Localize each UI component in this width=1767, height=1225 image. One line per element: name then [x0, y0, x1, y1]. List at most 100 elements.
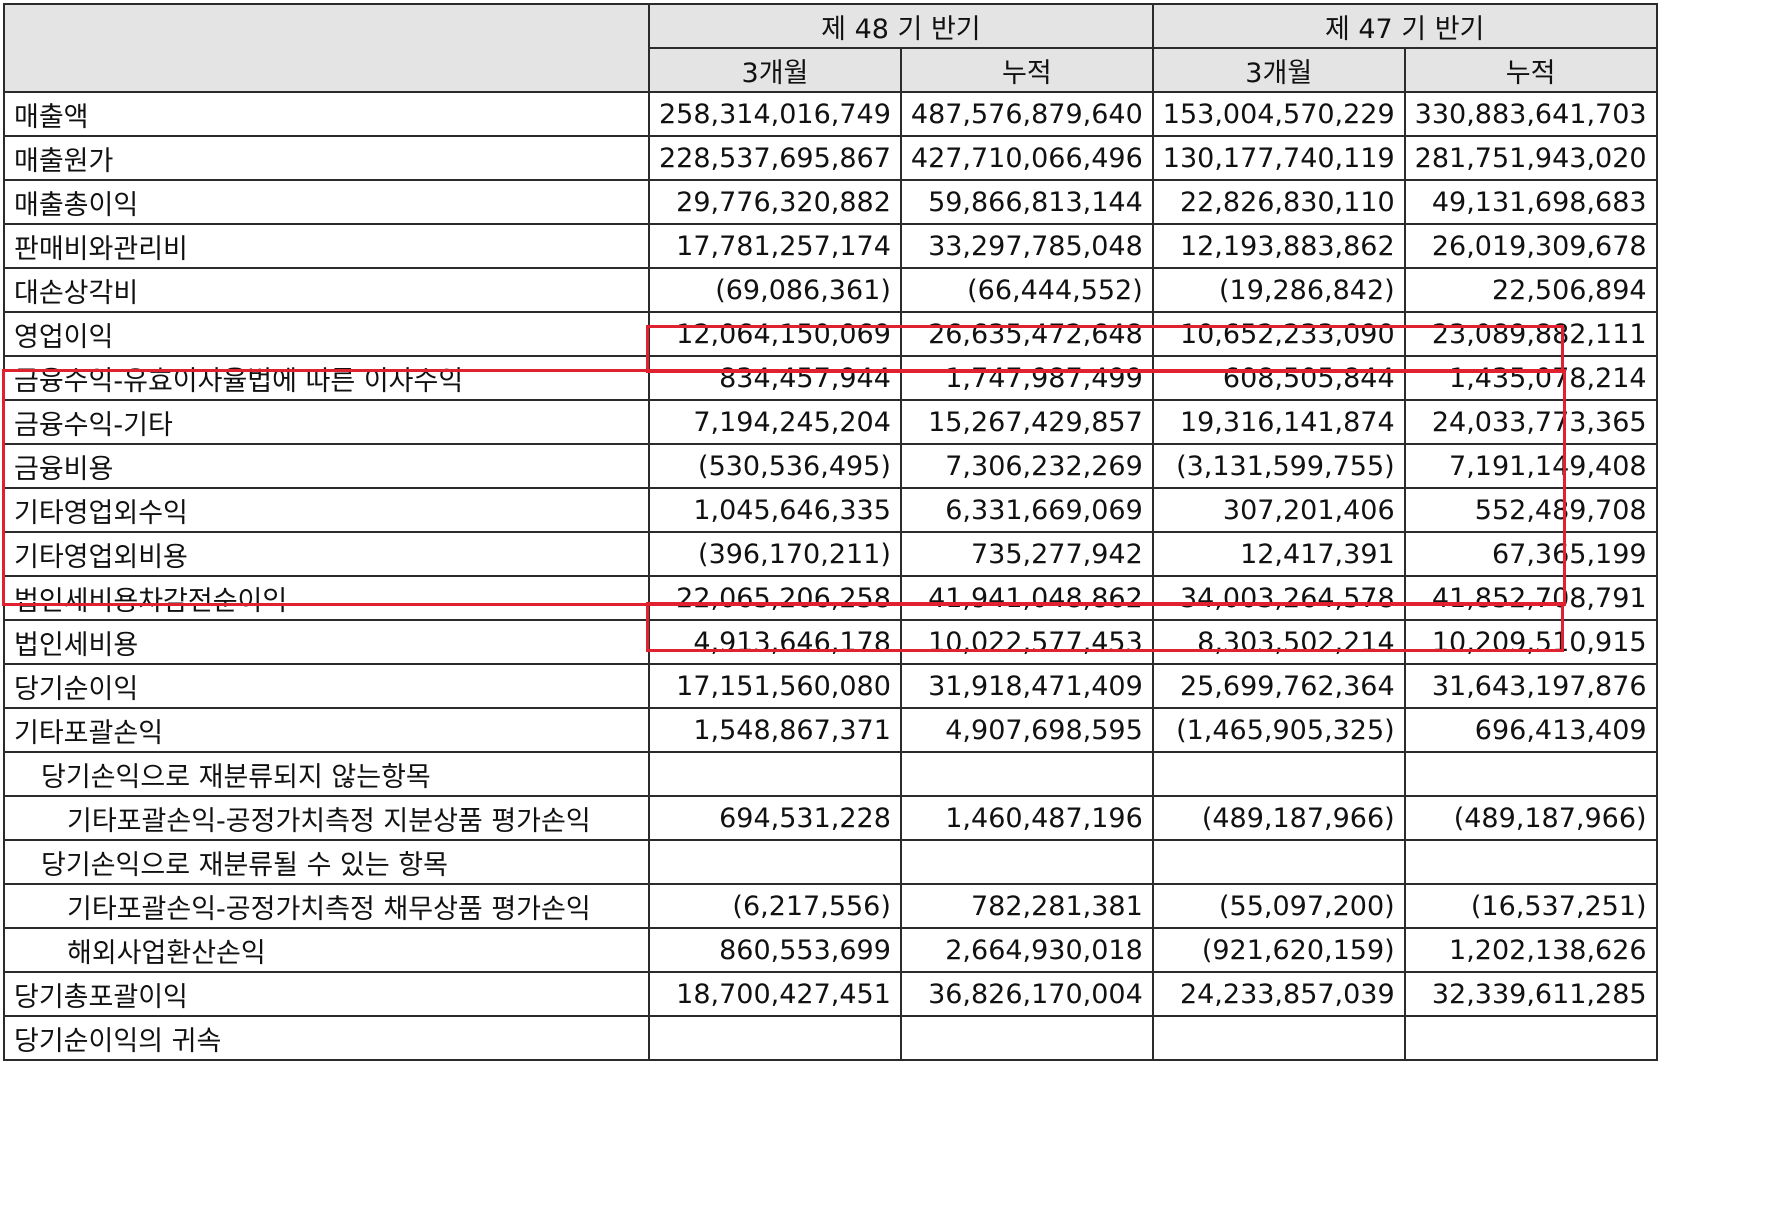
- table-row: 매출원가 228,537,695,867 427,710,066,496 130,17…: [3, 135, 1658, 181]
- value-cell: 1,460,487,196: [899, 795, 1154, 841]
- value-cell: 2,664,930,018: [899, 927, 1154, 973]
- row-label: 금융수익-유효이자율법에 따른 이자수익: [3, 355, 650, 401]
- value-cell: 4,913,646,178: [648, 619, 902, 665]
- value-cell: [899, 1015, 1154, 1061]
- value-cell: 26,635,472,648: [899, 311, 1154, 357]
- value-cell: 330,883,641,703: [1403, 91, 1658, 137]
- table-row: 영업이익 12,064,150,069 26,635,472,648 10,652,2…: [3, 311, 1658, 357]
- value-cell: 6,331,669,069: [899, 487, 1154, 533]
- row-label: 법인세비용: [3, 619, 650, 665]
- value-cell: 22,065,206,258: [648, 575, 902, 621]
- value-cell: 15,267,429,857: [899, 399, 1154, 445]
- value-cell: 7,306,232,269: [899, 443, 1154, 489]
- row-label: 대손상각비: [3, 267, 650, 313]
- table-row: 당기손익으로 재분류될 수 있는 항목: [3, 839, 1658, 885]
- value-cell: 12,193,883,862: [1151, 223, 1406, 269]
- table-row: 금융수익-유효이자율법에 따른 이자수익 834,457,944 1,747,987…: [3, 355, 1658, 401]
- table-row: 금융수익-기타 7,194,245,204 15,267,429,857 19,316…: [3, 399, 1658, 445]
- value-cell: [899, 751, 1154, 797]
- value-cell: 860,553,699: [648, 927, 902, 973]
- row-label: 당기손익으로 재분류되지 않는항목: [3, 751, 650, 797]
- value-cell: 1,548,867,371: [648, 707, 902, 753]
- value-cell: 17,781,257,174: [648, 223, 902, 269]
- value-cell: 67,365,199: [1403, 531, 1658, 577]
- header-label-cell: [3, 3, 650, 93]
- row-label: 기타영업외수익: [3, 487, 650, 533]
- table-row: 매출액 258,314,016,749 487,576,879,640 153,004…: [3, 91, 1658, 137]
- value-cell: 31,643,197,876: [1403, 663, 1658, 709]
- value-cell: 12,417,391: [1151, 531, 1406, 577]
- value-cell: 22,506,894: [1403, 267, 1658, 313]
- value-cell: [648, 751, 902, 797]
- value-cell: (396,170,211): [648, 531, 902, 577]
- value-cell: 49,131,698,683: [1403, 179, 1658, 225]
- table-row: 금융비용 (530,536,495) 7,306,232,269 (3,131,599…: [3, 443, 1658, 489]
- value-cell: 10,652,233,090: [1151, 311, 1406, 357]
- table-row: 당기순이익 17,151,560,080 31,918,471,409 25,699,…: [3, 663, 1658, 709]
- value-cell: [1151, 751, 1406, 797]
- table-row: 당기순이익의 귀속: [3, 1015, 1658, 1061]
- value-cell: [648, 1015, 902, 1061]
- row-label: 매출원가: [3, 135, 650, 181]
- table-row: 당기손익으로 재분류되지 않는항목: [3, 751, 1658, 797]
- header-period-48: 제 48 기 반기: [648, 3, 1154, 49]
- header-period-47: 제 47 기 반기: [1151, 3, 1658, 49]
- row-label: 당기순이익의 귀속: [3, 1015, 650, 1061]
- table-header: 제 48 기 반기 제 47 기 반기 3개월 누적 3개월 누적: [3, 3, 1658, 93]
- value-cell: [1403, 1015, 1658, 1061]
- income-statement-table: 제 48 기 반기 제 47 기 반기 3개월 누적 3개월 누적 매출액 258…: [3, 3, 1658, 1061]
- value-cell: 23,089,882,111: [1403, 311, 1658, 357]
- row-label: 매출총이익: [3, 179, 650, 225]
- row-label: 매출액: [3, 91, 650, 137]
- value-cell: 7,191,149,408: [1403, 443, 1658, 489]
- value-cell: (55,097,200): [1151, 883, 1406, 929]
- value-cell: 487,576,879,640: [899, 91, 1154, 137]
- value-cell: 29,776,320,882: [648, 179, 902, 225]
- value-cell: 10,209,510,915: [1403, 619, 1658, 665]
- value-cell: 34,003,264,578: [1151, 575, 1406, 621]
- value-cell: 228,537,695,867: [648, 135, 902, 181]
- value-cell: 1,202,138,626: [1403, 927, 1658, 973]
- row-label: 금융비용: [3, 443, 650, 489]
- row-label: 기타포괄손익-공정가치측정 지분상품 평가손익: [3, 795, 650, 841]
- header-48-cumulative: 누적: [899, 47, 1154, 93]
- value-cell: 17,151,560,080: [648, 663, 902, 709]
- value-cell: 18,700,427,451: [648, 971, 902, 1017]
- value-cell: (530,536,495): [648, 443, 902, 489]
- value-cell: 1,045,646,335: [648, 487, 902, 533]
- value-cell: 552,489,708: [1403, 487, 1658, 533]
- table-row: 대손상각비 (69,086,361) (66,444,552) (19,286,842…: [3, 267, 1658, 313]
- row-label: 당기손익으로 재분류될 수 있는 항목: [3, 839, 650, 885]
- value-cell: (66,444,552): [899, 267, 1154, 313]
- value-cell: 608,505,844: [1151, 355, 1406, 401]
- value-cell: 25,699,762,364: [1151, 663, 1406, 709]
- value-cell: 834,457,944: [648, 355, 902, 401]
- table-row: 기타영업외수익 1,045,646,335 6,331,669,069 307,201…: [3, 487, 1658, 533]
- value-cell: 427,710,066,496: [899, 135, 1154, 181]
- header-48-3month: 3개월: [648, 47, 902, 93]
- value-cell: (6,217,556): [648, 883, 902, 929]
- value-cell: 59,866,813,144: [899, 179, 1154, 225]
- value-cell: 307,201,406: [1151, 487, 1406, 533]
- table-row: 기타포괄손익 1,548,867,371 4,907,698,595 (1,465,9…: [3, 707, 1658, 753]
- table-row: 당기총포괄이익 18,700,427,451 36,826,170,004 24,23…: [3, 971, 1658, 1017]
- value-cell: 12,064,150,069: [648, 311, 902, 357]
- table-row: 판매비와관리비 17,781,257,174 33,297,785,048 12,19…: [3, 223, 1658, 269]
- value-cell: 41,941,048,862: [899, 575, 1154, 621]
- value-cell: [899, 839, 1154, 885]
- value-cell: (3,131,599,755): [1151, 443, 1406, 489]
- value-cell: 130,177,740,119: [1151, 135, 1406, 181]
- row-label: 기타영업외비용: [3, 531, 650, 577]
- value-cell: (19,286,842): [1151, 267, 1406, 313]
- value-cell: (16,537,251): [1403, 883, 1658, 929]
- header-47-cumulative: 누적: [1403, 47, 1658, 93]
- value-cell: (489,187,966): [1151, 795, 1406, 841]
- value-cell: (69,086,361): [648, 267, 902, 313]
- value-cell: 26,019,309,678: [1403, 223, 1658, 269]
- value-cell: [1151, 1015, 1406, 1061]
- value-cell: 782,281,381: [899, 883, 1154, 929]
- table-row: 매출총이익 29,776,320,882 59,866,813,144 22,826,…: [3, 179, 1658, 225]
- table-body: 매출액 258,314,016,749 487,576,879,640 153,004…: [3, 91, 1658, 1061]
- row-label: 금융수익-기타: [3, 399, 650, 445]
- value-cell: [1403, 751, 1658, 797]
